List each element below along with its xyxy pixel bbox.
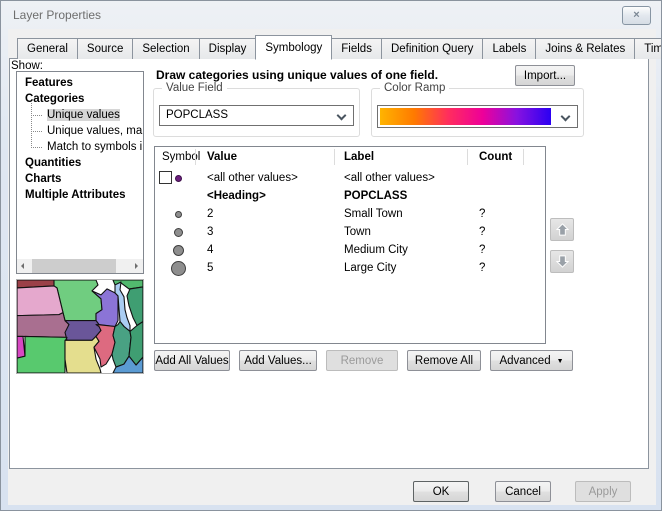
symbol-cell[interactable] [155,223,201,241]
layer-properties-dialog: Layer Properties × General Source Select… [0,0,662,511]
dropdown-arrow-icon: ▼ [557,358,564,365]
add-values-button[interactable]: Add Values... [239,350,317,371]
table-header: Symbol Value Label Count [155,147,545,167]
map-preview-thumbnail [16,279,144,374]
symbol-cell[interactable] [155,205,201,223]
scroll-right-icon[interactable] [129,259,143,273]
state-ne [17,313,69,338]
ok-button[interactable]: OK [413,481,469,502]
count-cell: ? [479,241,485,259]
tab-time[interactable]: Time [634,38,662,59]
count-cell: ? [479,259,485,277]
tab-general[interactable]: General [17,38,78,59]
remove-all-button[interactable]: Remove All [407,350,481,371]
count-cell: ? [479,223,485,241]
label-cell[interactable]: Town [344,223,371,241]
unique-values-table: Symbol Value Label Count <all other valu… [154,146,546,344]
tab-fields[interactable]: Fields [331,38,382,59]
count-cell: ? [479,205,485,223]
value-cell[interactable]: 2 [207,205,213,223]
symbol-cell[interactable] [155,241,201,259]
tab-labels[interactable]: Labels [482,38,536,59]
value-cell[interactable]: <all other values> [207,169,298,187]
color-ramp-label: Color Ramp [380,82,449,94]
graduated-symbol-swatch[interactable] [171,261,186,276]
symbol-cell[interactable] [155,259,201,277]
move-down-button[interactable] [550,250,574,273]
color-ramp-swatch [380,108,551,125]
tab-display[interactable]: Display [199,38,257,59]
value-field-combo[interactable]: POPCLASS [159,105,354,126]
state-west-sliver [17,336,25,358]
table-row[interactable]: 4 Medium City ? [155,241,545,259]
apply-button[interactable]: Apply [575,481,631,502]
cancel-button[interactable]: Cancel [495,481,551,502]
label-cell[interactable]: POPCLASS [344,187,407,205]
close-icon[interactable]: × [622,6,651,25]
add-all-values-button[interactable]: Add All Values [154,350,230,371]
label-cell[interactable]: <all other values> [344,169,435,187]
label-cell[interactable]: Medium City [344,241,408,259]
label-cell[interactable]: Small Town [344,205,403,223]
point-symbol-swatch[interactable] [175,175,182,182]
chevron-down-icon [337,111,347,121]
tree-item-match-symbols[interactable]: Match to symbols in a [17,139,143,155]
window-title: Layer Properties [13,8,101,22]
value-field-selected: POPCLASS [166,106,228,125]
value-cell[interactable]: 4 [207,241,213,259]
move-up-button[interactable] [550,218,574,241]
symbol-cell[interactable] [155,169,201,187]
state-ks [17,336,67,373]
col-label: Label [344,147,374,167]
graduated-symbol-swatch[interactable] [173,245,184,256]
value-cell[interactable]: <Heading> [207,187,266,205]
advanced-button[interactable]: Advanced▼ [490,350,573,371]
panel-heading: Draw categories using unique values of o… [156,68,438,82]
tree-item-charts[interactable]: Charts [17,171,143,187]
title-bar[interactable]: Layer Properties × [1,1,661,29]
tab-strip: General Source Selection Display Symbolo… [17,37,662,59]
value-field-label: Value Field [162,82,227,94]
tree-item-multiple-attributes[interactable]: Multiple Attributes [17,187,143,203]
state-mi-east [127,287,143,326]
state-mo [65,336,101,373]
state-sd [17,286,63,316]
all-other-values-checkbox[interactable] [159,171,172,184]
label-cell[interactable]: Large City [344,259,396,277]
remove-button[interactable]: Remove [326,350,398,371]
value-cell[interactable]: 5 [207,259,213,277]
table-row[interactable]: <all other values> <all other values> [155,169,545,187]
col-value: Value [207,147,237,167]
col-count: Count [479,147,512,167]
color-ramp-combo[interactable] [377,105,578,128]
renderer-tree: Features Categories Unique values Unique… [16,71,144,274]
graduated-symbol-swatch[interactable] [174,228,183,237]
graduated-symbol-swatch[interactable] [175,211,182,218]
arrow-up-icon [555,222,570,237]
import-button[interactable]: Import... [515,65,575,86]
tree-item-features[interactable]: Features [17,75,143,91]
arrow-down-icon [555,254,570,269]
scroll-left-icon[interactable] [17,259,31,273]
table-row[interactable]: <Heading> POPCLASS [155,187,545,205]
tab-joins-relates[interactable]: Joins & Relates [535,38,635,59]
tree-horizontal-scrollbar[interactable] [17,259,143,273]
map-preview-image [17,280,143,373]
tab-symbology[interactable]: Symbology [255,35,332,60]
value-cell[interactable]: 3 [207,223,213,241]
tab-selection[interactable]: Selection [132,38,199,59]
table-row[interactable]: 2 Small Town ? [155,205,545,223]
tree-item-quantities[interactable]: Quantities [17,155,143,171]
scrollbar-thumb[interactable] [32,259,116,273]
tab-source[interactable]: Source [77,38,133,59]
table-row[interactable]: 5 Large City ? [155,259,545,277]
tab-definition-query[interactable]: Definition Query [381,38,483,59]
table-row[interactable]: 3 Town ? [155,223,545,241]
chevron-down-icon [561,112,571,122]
